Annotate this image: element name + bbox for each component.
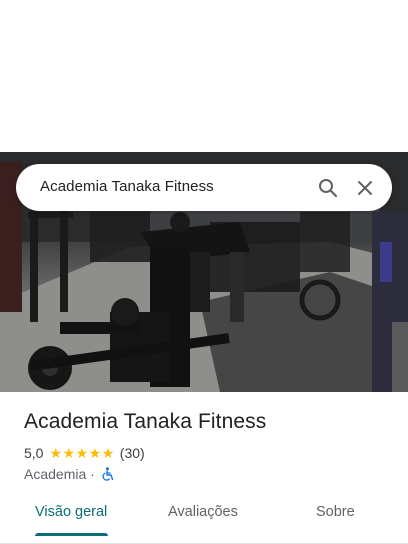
- star-icon: ★: [75, 445, 89, 461]
- rating-row[interactable]: 5,0 ★ ★ ★ ★ ★ (30): [24, 444, 145, 462]
- search-icon: [319, 179, 338, 198]
- place-category: Academia: [24, 466, 87, 482]
- wheelchair-accessible-icon: [101, 467, 114, 481]
- place-title: Academia Tanaka Fitness: [24, 410, 267, 433]
- star-icon: ★: [49, 445, 63, 461]
- separator-dot: ·: [90, 466, 95, 482]
- star-rating: ★ ★ ★ ★ ★: [49, 446, 114, 460]
- active-tab-indicator: [35, 533, 108, 536]
- tab-about[interactable]: Sobre: [316, 504, 355, 520]
- top-blank-area: [0, 0, 408, 152]
- search-input[interactable]: Academia Tanaka Fitness: [40, 178, 214, 195]
- search-bar[interactable]: Academia Tanaka Fitness: [16, 164, 392, 211]
- tab-reviews[interactable]: Avaliações: [168, 504, 238, 520]
- review-count[interactable]: (30): [120, 445, 145, 461]
- tab-bar: Visão geral Avaliações Sobre: [0, 490, 408, 544]
- star-icon: ★: [101, 445, 115, 461]
- rating-value: 5,0: [24, 445, 44, 461]
- category-row: Academia ·: [24, 465, 114, 483]
- close-icon: [358, 181, 372, 195]
- search-button[interactable]: [315, 175, 341, 201]
- star-icon: ★: [88, 445, 102, 461]
- tab-overview[interactable]: Visão geral: [35, 504, 107, 520]
- star-icon: ★: [62, 445, 76, 461]
- close-button[interactable]: [352, 175, 378, 201]
